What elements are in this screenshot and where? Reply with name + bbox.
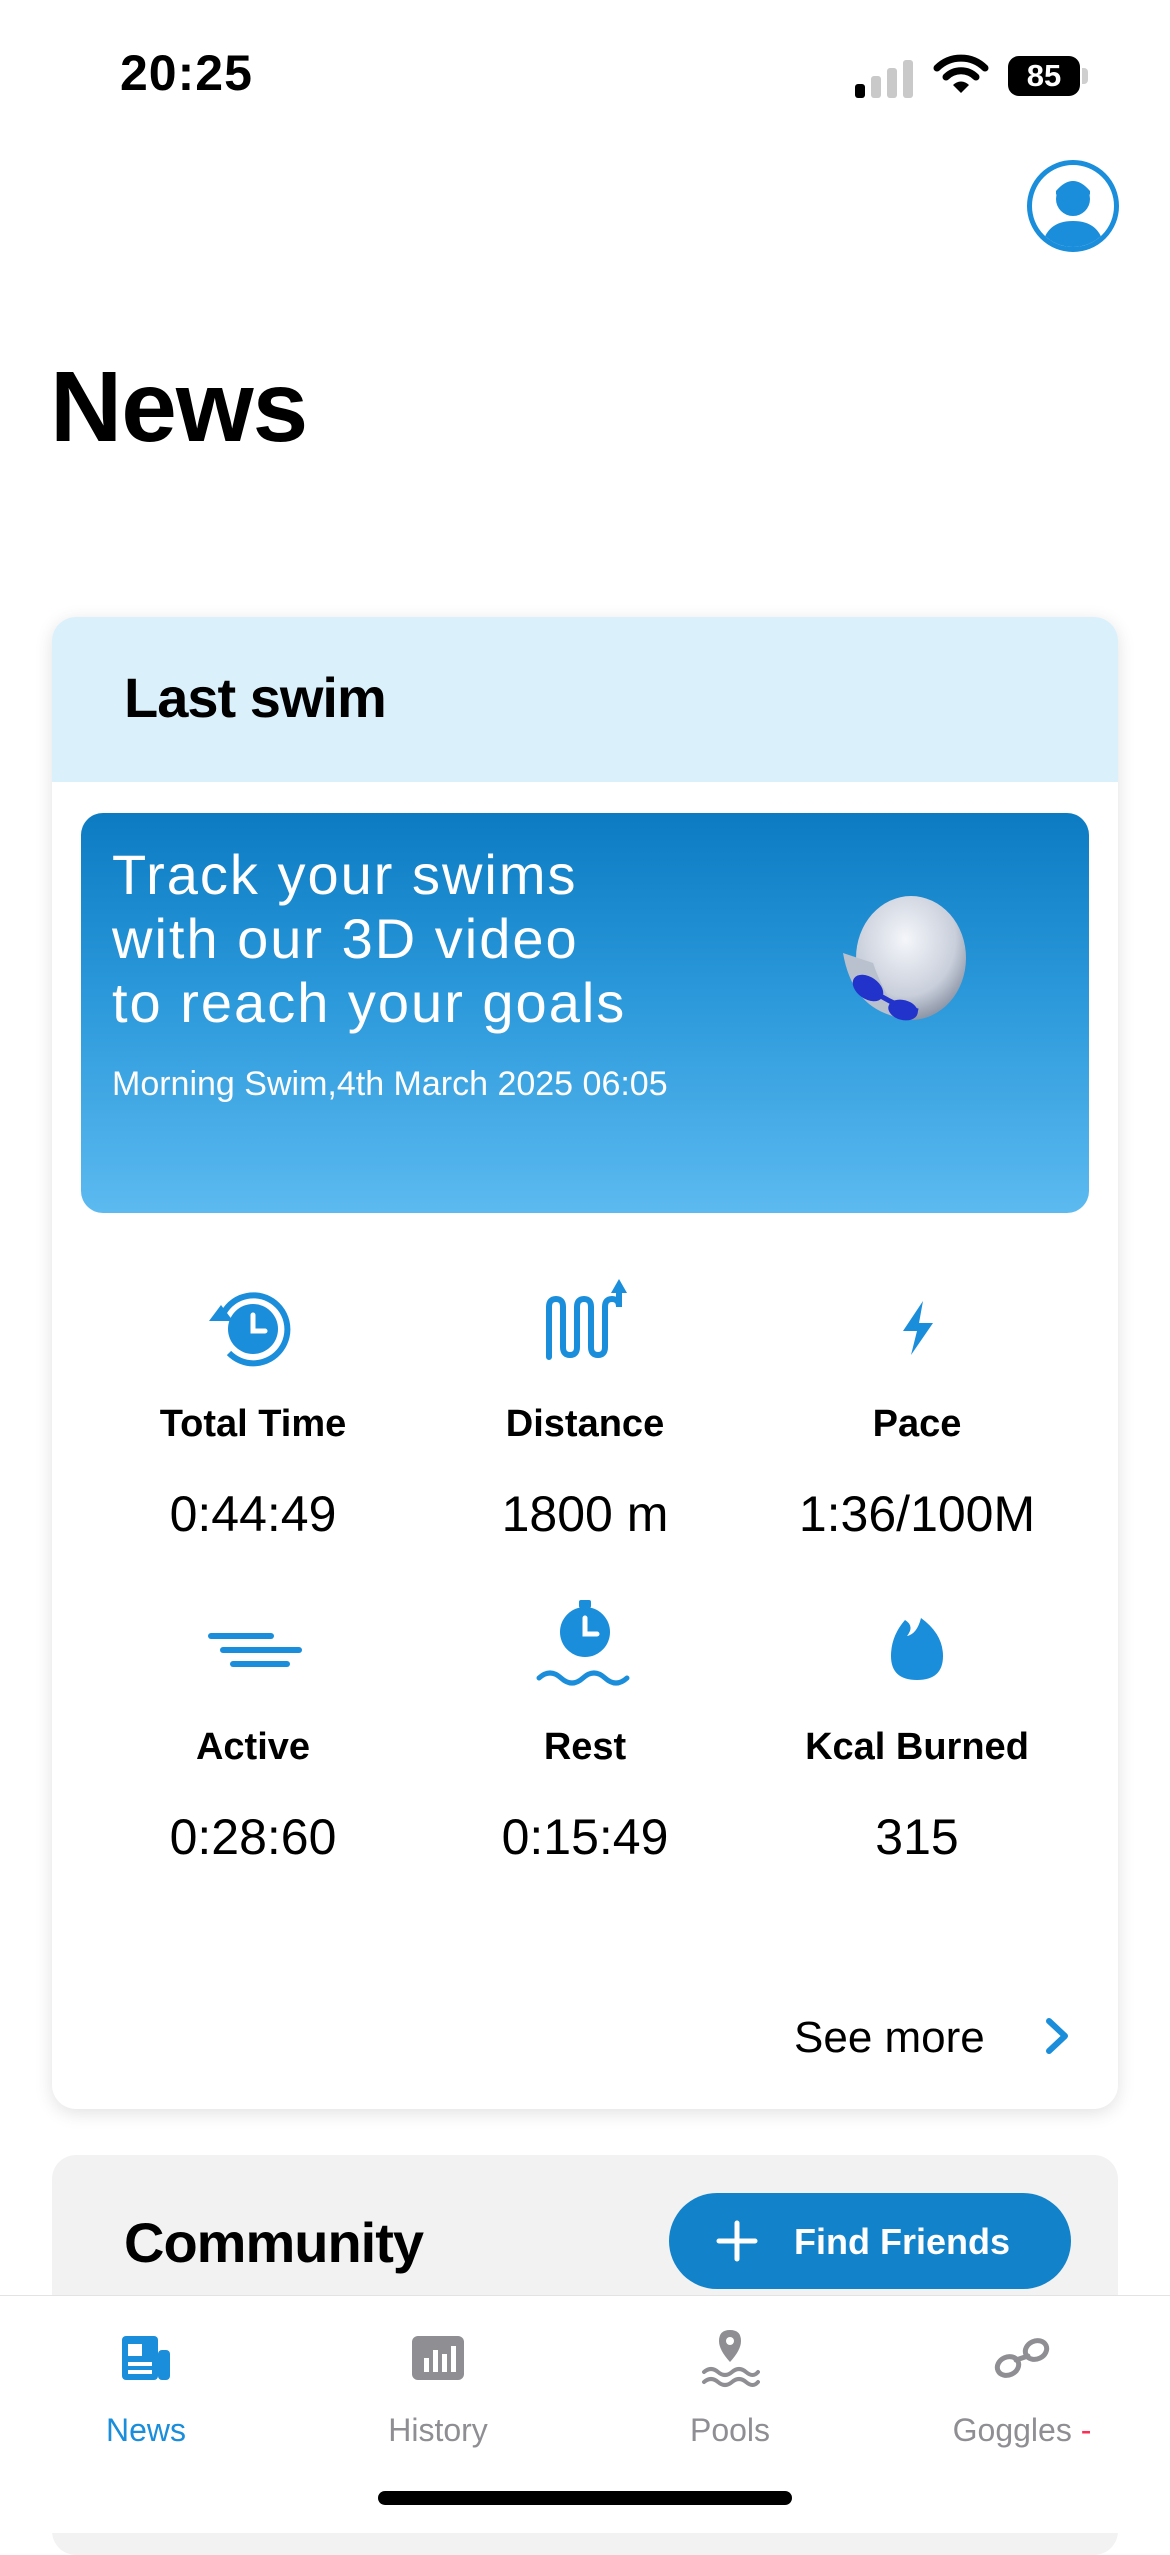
banner-line-3: to reach your goals bbox=[112, 971, 627, 1034]
stat-value: 0:28:60 bbox=[169, 1809, 337, 1865]
see-more-link[interactable]: See more bbox=[794, 2013, 985, 2063]
swimmer-3d-head-icon bbox=[843, 896, 966, 1021]
stat-label: Rest bbox=[543, 1726, 627, 1768]
stat-label: Kcal Burned bbox=[805, 1726, 1029, 1768]
swim-session-subtitle: Morning Swim,4th March 2025 06:05 bbox=[112, 1065, 668, 1103]
last-swim-title: Last swim bbox=[124, 666, 387, 729]
battery-level: 85 bbox=[1008, 56, 1080, 96]
banner-line-1: Track your swims bbox=[112, 843, 578, 906]
cellular-signal-icon bbox=[855, 58, 915, 98]
home-indicator bbox=[378, 2491, 792, 2505]
stat-value: 1:36/100M bbox=[798, 1486, 1036, 1542]
timer-history-icon bbox=[209, 1292, 291, 1367]
goggles-status-dash: - bbox=[1080, 2412, 1092, 2448]
tab-goggles[interactable]: Goggles - bbox=[876, 2316, 1168, 2456]
bar-chart-icon bbox=[412, 2336, 464, 2380]
stat-value: 0:15:49 bbox=[501, 1809, 669, 1865]
status-time: 20:25 bbox=[120, 45, 253, 101]
wifi-icon bbox=[933, 54, 989, 93]
tab-label-text: Goggles bbox=[952, 2412, 1072, 2448]
stat-label: Distance bbox=[505, 1403, 665, 1445]
stat-value: 315 bbox=[875, 1809, 959, 1865]
stat-value: 1800 m bbox=[501, 1486, 669, 1542]
last-swim-card[interactable]: Last swim Track your swims with our 3D v… bbox=[52, 617, 1118, 2109]
profile-avatar-button[interactable] bbox=[1027, 160, 1119, 252]
find-friends-button[interactable]: Find Friends bbox=[669, 2193, 1071, 2289]
stat-value: 0:44:49 bbox=[169, 1486, 337, 1542]
battery-icon: 85 bbox=[1008, 56, 1088, 96]
flame-icon bbox=[891, 1618, 943, 1680]
plus-icon bbox=[716, 2220, 758, 2262]
user-swimmer-icon bbox=[1042, 181, 1104, 247]
stat-label: Pace bbox=[872, 1403, 962, 1445]
banner-line-2: with our 3D video bbox=[112, 907, 579, 970]
stat-label: Active bbox=[195, 1726, 311, 1768]
tab-label: News bbox=[105, 2412, 186, 2448]
stopwatch-water-icon bbox=[536, 1600, 630, 1686]
find-friends-label: Find Friends bbox=[794, 2221, 1010, 2262]
news-icon bbox=[122, 2336, 170, 2380]
tab-history[interactable]: History bbox=[292, 2316, 584, 2456]
last-swim-header: Last swim bbox=[52, 617, 1118, 782]
tab-news[interactable]: News bbox=[0, 2316, 292, 2456]
tab-label: Pools bbox=[689, 2412, 771, 2448]
chevron-right-icon[interactable] bbox=[1037, 2011, 1077, 2061]
video-banner[interactable]: Track your swims with our 3D video to re… bbox=[81, 813, 1089, 1213]
pool-location-icon bbox=[702, 2330, 760, 2387]
lap-distance-icon bbox=[546, 1279, 627, 1360]
stat-label: Total Time bbox=[159, 1403, 347, 1445]
lightning-icon bbox=[903, 1301, 933, 1355]
goggles-icon bbox=[994, 2338, 1050, 2378]
tab-pools[interactable]: Pools bbox=[584, 2316, 876, 2456]
speed-lines-icon bbox=[208, 1633, 302, 1667]
community-title: Community bbox=[124, 2211, 424, 2274]
tab-label: History bbox=[388, 2412, 488, 2448]
tab-label: Goggles - bbox=[876, 2412, 1168, 2449]
page-title: News bbox=[50, 351, 308, 463]
